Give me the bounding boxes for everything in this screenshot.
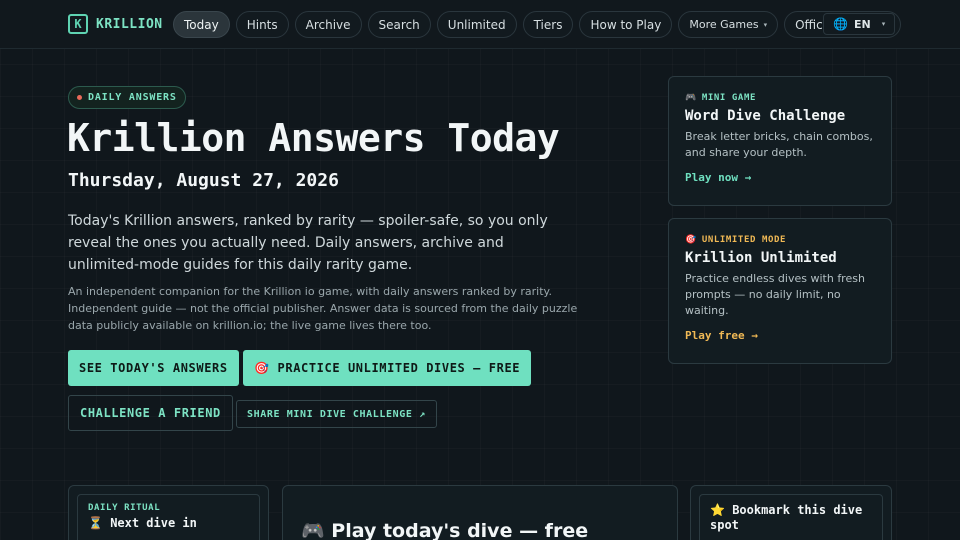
mini-game-description: Break letter bricks, chain combos, and s… <box>685 130 873 159</box>
brand-home-link[interactable]: K KRILLION <box>68 14 163 34</box>
nav-today[interactable]: Today <box>173 11 230 38</box>
see-todays-answers-button[interactable]: SEE TODAY'S ANSWERS <box>68 350 239 386</box>
hero-disclaimer-text: An independent companion for the Krillio… <box>68 285 578 332</box>
chevron-down-icon: ▾ <box>881 20 886 28</box>
play-now-link[interactable]: Play now → <box>685 171 875 184</box>
globe-icon: 🌐 <box>833 17 848 31</box>
page-date: Thursday, August 27, 2026 <box>68 170 339 191</box>
nav-archive[interactable]: Archive <box>294 11 362 38</box>
target-icon: 🎯 <box>685 235 697 245</box>
unlimited-mode-tag: 🎯 UNLIMITED MODE <box>685 235 875 245</box>
see-answers-label: SEE TODAY'S ANSWERS <box>79 361 228 375</box>
practice-unlimited-button[interactable]: 🎯 PRACTICE UNLIMITED DIVES — FREE <box>243 350 532 386</box>
mini-game-card[interactable]: 🎮 MINI GAME Word Dive Challenge Break le… <box>668 76 892 206</box>
nav-how-to-play-label: How to Play <box>590 17 662 32</box>
mini-game-tag: 🎮 MINI GAME <box>685 93 875 103</box>
play-today-heading: 🎮 Play today's dive — free <box>301 519 588 540</box>
nav-unlimited-label: Unlimited <box>447 17 506 32</box>
language-code: EN <box>853 17 871 31</box>
share-label: SHARE MINI DIVE CHALLENGE ↗ <box>247 408 426 420</box>
daily-ritual-tag: DAILY RITUAL <box>88 503 161 513</box>
play-today-panel: 🎮 Play today's dive — free <box>282 485 678 540</box>
practice-label: PRACTICE UNLIMITED DIVES — FREE <box>277 361 521 375</box>
nav-hints[interactable]: Hints <box>235 11 289 38</box>
unlimited-mode-tag-label: UNLIMITED MODE <box>701 235 787 245</box>
play-free-link[interactable]: Play free → <box>685 329 875 342</box>
bookmark-label: Bookmark this dive spot <box>710 503 863 532</box>
challenge-label: CHALLENGE A FRIEND <box>80 406 221 420</box>
page-title: Krillion Answers Today <box>67 116 560 160</box>
challenge-friend-button[interactable]: CHALLENGE A FRIEND <box>68 395 233 431</box>
hourglass-icon: ⏳ <box>88 516 103 530</box>
next-dive-label: Next dive in <box>110 516 197 530</box>
nav-search-label: Search <box>378 17 420 32</box>
nav-hints-label: Hints <box>246 17 278 32</box>
countdown-box: DAILY RITUAL ⏳ Next dive in <box>77 494 260 540</box>
unlimited-mode-title: Krillion Unlimited <box>685 250 837 266</box>
next-dive-countdown: ⏳ Next dive in <box>88 516 249 530</box>
bookmark-prompt: ⭐ Bookmark this dive spot <box>710 503 872 533</box>
bookmark-box[interactable]: ⭐ Bookmark this dive spot <box>699 494 883 540</box>
unlimited-mode-description: Practice endless dives with fresh prompt… <box>685 272 865 317</box>
target-icon: 🎯 <box>254 361 270 375</box>
unlimited-mode-card[interactable]: 🎯 UNLIMITED MODE Krillion Unlimited Prac… <box>668 218 892 364</box>
bookmark-panel: ⭐ Bookmark this dive spot <box>690 485 892 540</box>
brand-name: KRILLION <box>96 16 163 32</box>
mini-game-tag-label: MINI GAME <box>701 93 756 103</box>
live-dot-icon <box>77 95 82 100</box>
nav-search[interactable]: Search <box>367 11 431 38</box>
mini-game-title: Word Dive Challenge <box>685 108 846 124</box>
game-controller-icon: 🎮 <box>301 520 325 540</box>
nav-tiers-label: Tiers <box>533 17 563 32</box>
daily-answers-badge: DAILY ANSWERS <box>68 86 186 109</box>
krillion-logo-icon: K <box>68 14 88 34</box>
nav-more-games-dropdown[interactable]: More Games ▾ <box>678 11 779 38</box>
top-navigation-bar: K KRILLION Today Hints Archive Search Un… <box>0 0 960 49</box>
nav-unlimited[interactable]: Unlimited <box>436 11 517 38</box>
game-controller-icon: 🎮 <box>685 93 697 103</box>
chevron-down-icon: ▾ <box>763 20 768 29</box>
play-today-label: Play today's dive — free <box>331 520 589 540</box>
star-icon: ⭐ <box>710 503 725 517</box>
language-selector[interactable]: 🌐 EN ▾ <box>823 13 896 35</box>
hero-lead-text: Today's Krillion answers, ranked by rari… <box>68 213 548 273</box>
badge-label: DAILY ANSWERS <box>88 92 177 103</box>
main-nav: Today Hints Archive Search Unlimited Tie… <box>173 11 902 38</box>
nav-tiers[interactable]: Tiers <box>522 11 574 38</box>
nav-archive-label: Archive <box>305 17 351 32</box>
daily-ritual-panel: DAILY RITUAL ⏳ Next dive in <box>68 485 269 540</box>
nav-more-games-label: More Games <box>689 18 759 31</box>
nav-today-label: Today <box>184 17 219 32</box>
nav-how-to-play[interactable]: How to Play <box>579 11 673 38</box>
share-mini-dive-button[interactable]: SHARE MINI DIVE CHALLENGE ↗ <box>236 400 437 428</box>
